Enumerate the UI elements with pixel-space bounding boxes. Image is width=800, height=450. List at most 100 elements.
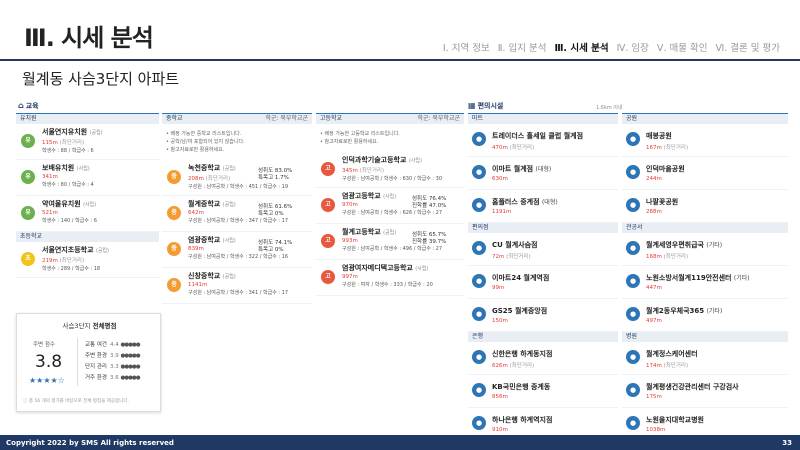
amenity-item[interactable]: ● 월계세영우편취급국 (기타) 168m (최단거리): [622, 233, 788, 266]
amenity-name: 매봉공원: [646, 124, 788, 141]
amenity-name: 하나은행 하계역지점: [492, 408, 618, 425]
note-line: • 공학/남/여 포함되어 있지 않습니다.: [166, 139, 245, 145]
school-badge-icon: 중: [167, 278, 181, 292]
amenity-type: (기타): [706, 308, 723, 315]
amenity-item[interactable]: ● 트레이더스 홀세일 클럽 월계점 470m (최단거리): [468, 124, 618, 157]
amenity-item[interactable]: ● 월계정스케어센터 174m (최단거리): [622, 342, 788, 375]
distance-value: 470m: [492, 145, 508, 151]
note-line: • 참고자료로만 활용하세요.: [166, 147, 225, 153]
rating-card: 사슴3단지 전체평점 주변 점수 3.8 ★★★★☆ 교통 여건 4.4 ●●●●…: [16, 313, 161, 412]
amenity-item[interactable]: ● 이마트 월계점 (대형) 630m: [468, 157, 618, 190]
amenity-distance: 910m: [492, 427, 618, 433]
distance-value: 288m: [646, 209, 662, 215]
school-name: 신창중학교 (공립): [188, 268, 312, 281]
hospital-band-label: 병원: [626, 333, 638, 340]
rating-title: 사슴3단지 전체평점: [62, 322, 117, 330]
distance-value: 174m: [646, 363, 662, 369]
nav-tab[interactable]: Ⅳ. 임장: [617, 43, 649, 54]
amenity-name: 월계정스케어센터: [646, 342, 788, 359]
school-rates: 성취도 83.0% 특목고 1.7%: [258, 168, 292, 182]
school-distance: 1141m: [188, 282, 312, 288]
distance-value: 970m: [342, 202, 358, 208]
school-item[interactable]: 중 월계중학교 (공립) 642m 구성원 : 남여공학 / 학생수 : 347 /…: [162, 196, 312, 232]
nav-tab[interactable]: Ⅵ. 결론 및 평가: [715, 43, 780, 54]
park-band: 공원: [622, 114, 788, 124]
amenity-item[interactable]: ● 신한은행 하계동지점 626m (최단거리): [468, 342, 618, 375]
amenity-item[interactable]: ● 인덕마을공원 244m: [622, 157, 788, 190]
school-rates: 성취도 76.4% 진학률 47.0%: [412, 196, 446, 210]
distance-value: 341m: [42, 174, 58, 180]
school-name-text: 녹천중학교: [188, 164, 221, 172]
school-info: 구성원 : 남여공학 / 학생수 : 341 / 학급수 : 17: [188, 290, 289, 296]
building-icon: ▦: [468, 101, 476, 110]
school-type: (사립): [408, 158, 422, 164]
school-item[interactable]: 중 녹천중학교 (공립) 208m (최단거리) 구성원 : 남여공학 / 학생수 :…: [162, 160, 312, 196]
amenity-item[interactable]: ● CU 월계사슴점 72m (최단거리): [468, 233, 618, 266]
amenity-name: 월계세영우편취급국 (기타): [646, 233, 788, 250]
school-item[interactable]: 중 신창중학교 (공립) 1141m 구성원 : 남여공학 / 학생수 : 341 …: [162, 268, 312, 304]
office-band-label: 관공서: [626, 224, 643, 231]
distance-note: (최단거리): [359, 168, 385, 174]
amenity-item[interactable]: ● 월계평생건강관리센터 구강검사 175m: [622, 375, 788, 408]
amenity-distance: 447m: [646, 285, 788, 291]
store-icon: ●: [472, 274, 486, 288]
school-item[interactable]: 유 서울연지유치원 (공립) 115m (최단거리) 학생수 : 88 / 학급수 :…: [16, 124, 159, 160]
amenity-name: 노원소방서월계119안전센터 (기타): [646, 266, 788, 283]
amenity-item[interactable]: ● 나팔꽃공원 288m: [622, 190, 788, 223]
school-item[interactable]: 고 월계고등학교 (공립) 993m 구성원 : 남여공학 / 학생수 : 496 …: [316, 224, 464, 260]
school-type: (공립): [95, 248, 110, 254]
amenity-name-text: 매봉공원: [646, 132, 672, 140]
nav-tab[interactable]: Ⅰ. 지역 정보: [443, 43, 490, 54]
school-item[interactable]: 유 약여울유치원 (사립) 521m 학생수 : 140 / 학급수 : 6: [16, 196, 159, 232]
school-type: (공립): [222, 166, 236, 172]
park-icon: ●: [626, 132, 640, 146]
school-item[interactable]: 초 서울연지초등학교 (공립) 219m (최단거리) 학생수 : 289 / 학급수…: [16, 242, 159, 278]
amenity-name: 월계2동우체국365 (기타): [646, 299, 788, 316]
amenities-right-column: 공원 ● 매봉공원 167m (최단거리) ● 인덕마을공원 244m ● 나팔꽃공원 2…: [622, 113, 788, 441]
school-item[interactable]: 고 염광고등학교 (사립) 970m 구성원 : 남여공학 / 학생수 : 626 …: [316, 188, 464, 224]
school-item[interactable]: 고 인덕과학기술고등학교 (사립) 345m (최단거리) 구성원 : 남여공학 / …: [316, 152, 464, 188]
amenity-item[interactable]: ● GS25 월계중앙점 150m: [468, 299, 618, 332]
school-name: 염광중학교 (사립): [188, 232, 312, 245]
middle-band-label: 중학교: [166, 115, 183, 122]
amenity-item[interactable]: ● 이마트24 월계역점 99m: [468, 266, 618, 299]
amenity-item[interactable]: ● 홈플러스 중계점 (대형) 1191m: [468, 190, 618, 223]
school-item[interactable]: 중 염광중학교 (사립) 839m 구성원 : 남여공학 / 학생수 : 322 /…: [162, 232, 312, 268]
mart-band: 마트: [468, 114, 618, 124]
high-band-label: 고등학교: [320, 115, 343, 122]
nav-tab[interactable]: Ⅱ. 입지 분석: [498, 43, 547, 54]
amenity-item[interactable]: ● 노원소방서월계119안전센터 (기타) 447m: [622, 266, 788, 299]
nav-tab[interactable]: Ⅴ. 매물 확인: [657, 43, 708, 54]
park-band-label: 공원: [626, 115, 638, 122]
hospital-icon: ●: [626, 383, 640, 397]
amenity-distance: 470m (최단거리): [492, 143, 618, 151]
bank-icon: ●: [472, 383, 486, 397]
category-value: 4.4: [110, 342, 119, 348]
school-type: (공립): [222, 202, 236, 208]
amenity-distance: 72m (최단거리): [492, 252, 618, 260]
distance-value: 839m: [188, 246, 204, 252]
distance-value: 997m: [342, 274, 358, 280]
amenity-item[interactable]: ● 매봉공원 167m (최단거리): [622, 124, 788, 157]
amenity-item[interactable]: ● 월계2동우체국365 (기타) 497m: [622, 299, 788, 332]
convenience-band: 편의점: [468, 223, 618, 233]
amenity-type: (기타): [706, 242, 723, 249]
distance-value: 219m: [42, 258, 58, 264]
school-type: (사립): [76, 166, 90, 172]
amenity-name-text: 나팔꽃공원: [646, 198, 679, 206]
amenity-type: (대형): [541, 199, 558, 206]
category-dots: ●●●●●: [120, 364, 141, 370]
distance-value: 1038m: [646, 427, 666, 433]
school-type: (공립): [222, 274, 236, 280]
nav-tab[interactable]: Ⅲ. 시세 분석: [554, 43, 608, 54]
amenity-name: KB국민은행 중계동: [492, 375, 618, 392]
school-badge-icon: 중: [167, 170, 181, 184]
school-item[interactable]: 유 보배유치원 (사립) 341m 학생수 : 80 / 학급수 : 4: [16, 160, 159, 196]
amenity-item[interactable]: ● KB국민은행 중계동 856m: [468, 375, 618, 408]
footer: Copyright 2022 by SMS All rights reserve…: [0, 435, 800, 450]
school-name-text: 보배유치원: [42, 164, 75, 172]
store-icon: ●: [472, 241, 486, 255]
school-name-text: 서울연지초등학교: [42, 246, 94, 254]
amenity-name-text: 노원소방서월계119안전센터: [646, 274, 732, 282]
school-item[interactable]: 고 염광여자메디텍고등학교 (사립) 997m 구성원 : 여자 / 학생수 : 3…: [316, 260, 464, 296]
